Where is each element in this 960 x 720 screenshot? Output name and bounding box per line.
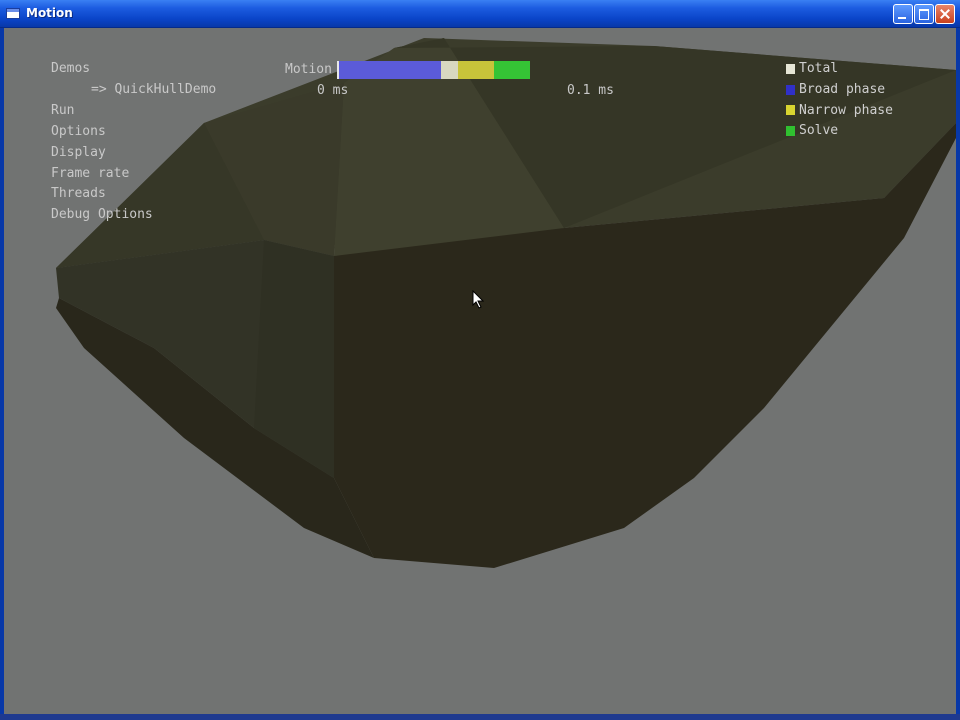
profiler-scale-min: 0 ms bbox=[317, 83, 349, 98]
legend-label-narrow-phase: Narrow phase bbox=[799, 103, 893, 118]
menu-item-display[interactable]: Display bbox=[51, 145, 106, 160]
menu-item-threads[interactable]: Threads bbox=[51, 186, 106, 201]
render-viewport[interactable]: Demos => QuickHullDemo Run Options Displ… bbox=[4, 28, 956, 714]
window-title: Motion bbox=[26, 6, 73, 20]
menu-item-debug-options[interactable]: Debug Options bbox=[51, 207, 153, 222]
menu-item-run[interactable]: Run bbox=[51, 103, 74, 118]
close-button[interactable] bbox=[935, 4, 955, 24]
menu-item-options[interactable]: Options bbox=[51, 124, 106, 139]
legend-label-total: Total bbox=[799, 61, 839, 76]
legend-swatch-solve bbox=[786, 126, 795, 136]
menu-item-frame-rate[interactable]: Frame rate bbox=[51, 166, 129, 181]
minimize-button[interactable] bbox=[893, 4, 913, 24]
profiler-segment-solve bbox=[494, 61, 530, 79]
profiler-segment-broad-phase bbox=[339, 61, 441, 79]
taskbar-strip bbox=[0, 714, 960, 720]
legend-label-broad-phase: Broad phase bbox=[799, 82, 886, 97]
maximize-button[interactable] bbox=[914, 4, 934, 24]
legend-swatch-total bbox=[786, 64, 795, 74]
profiler-bar bbox=[339, 61, 531, 79]
app-icon[interactable] bbox=[6, 8, 20, 19]
profiler-scale-max: 0.1 ms bbox=[567, 83, 614, 98]
legend-swatch-narrow-phase bbox=[786, 105, 795, 115]
legend-label-solve: Solve bbox=[799, 123, 839, 138]
title-bar[interactable]: Motion bbox=[0, 0, 960, 28]
menu-item-quickhulldemo[interactable]: => QuickHullDemo bbox=[91, 82, 216, 97]
profiler-segment-narrow-phase bbox=[458, 61, 494, 79]
mouse-cursor-icon bbox=[472, 290, 485, 309]
profiler-segment-total bbox=[441, 61, 458, 79]
app-window: Motion Demos => QuickHullDemo Run Option… bbox=[0, 0, 960, 720]
profiler-label: Motion bbox=[285, 62, 332, 77]
window-frame-right bbox=[956, 28, 960, 720]
legend-swatch-broad-phase bbox=[786, 85, 795, 95]
menu-item-demos[interactable]: Demos bbox=[51, 61, 90, 76]
